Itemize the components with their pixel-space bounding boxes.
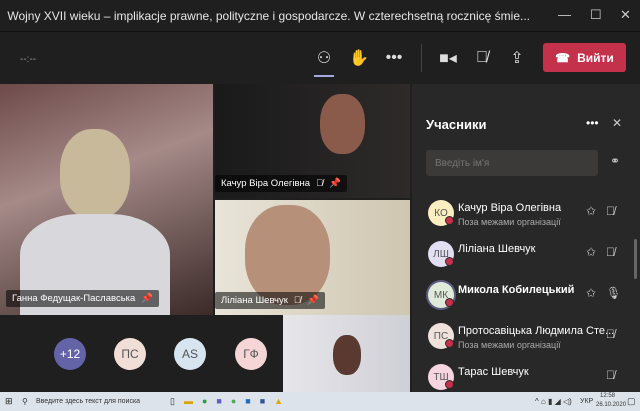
taskbar-search[interactable]: Введите здесь текст для поиска [36, 398, 140, 405]
pin-icon[interactable]: ✩ [586, 204, 596, 218]
chrome-icon[interactable]: ● [202, 396, 216, 406]
self-video-person [333, 335, 361, 375]
close-panel-icon[interactable]: ✕ [612, 116, 622, 130]
video-nameplate: Ганна Федущак-Паславська 📌 [6, 290, 160, 307]
video-name: Ганна Федущак-Паславська [12, 293, 136, 304]
active-indicator [314, 75, 334, 77]
task-view-icon[interactable]: ▯ [170, 396, 184, 406]
overflow-participants-bubble[interactable]: +12 [54, 338, 86, 370]
status-dot [445, 257, 454, 266]
file-explorer-icon[interactable]: ▬ [184, 396, 202, 406]
status-dot [445, 339, 454, 348]
participant-row[interactable]: КО Качур Віра Олегівна Поза межами орган… [426, 196, 626, 236]
share-invite-link-icon[interactable]: ⚭ [610, 154, 620, 168]
participant-video [320, 94, 365, 154]
participant-name: Тарас Шевчук [458, 366, 529, 378]
participant-name: Качур Віра Олегівна [458, 202, 562, 214]
app-icon[interactable]: ▲ [274, 396, 292, 406]
participant-org: Поза межами організації [458, 340, 561, 350]
meeting-timer: --:-- [20, 54, 37, 65]
mic-muted-icon[interactable]: 🎙̸ [606, 204, 615, 218]
participant-avatar[interactable]: AS [174, 338, 206, 370]
video-nameplate: Качур Віра Олегівна 🎙̸ 📌 [215, 175, 348, 192]
search-icon: ⚲ [22, 397, 28, 406]
more-options-icon[interactable]: ••• [586, 116, 599, 130]
scrollbar[interactable] [634, 239, 637, 279]
participant-row[interactable]: ПС Протосавіцька Людмила Сте... Поза меж… [426, 319, 626, 359]
participant-search-input[interactable] [426, 150, 598, 176]
participant-row[interactable]: МК Микола Кобилецький ✩ 🎙 [426, 278, 626, 318]
mic-icon[interactable]: 🎙 [606, 286, 621, 300]
participant-video [60, 129, 130, 219]
pin-icon[interactable]: ✩ [586, 286, 596, 300]
video-tile-3[interactable]: Ліліана Шевчук 🎙̸ 📌 [215, 200, 410, 315]
participant-name: Микола Кобилецький [458, 284, 575, 296]
status-dot [445, 380, 454, 389]
participants-panel: Учасники ••• ✕ ⚭ КО Качур Віра Олегівна … [412, 84, 640, 392]
status-dot [445, 298, 454, 307]
title-bar: Wojny XVII wieku – implikacje prawne, po… [0, 0, 640, 32]
status-dot [445, 216, 454, 225]
video-name: Качур Віра Олегівна [221, 178, 311, 189]
notifications-icon[interactable]: ▢ [627, 396, 636, 407]
mic-muted-icon[interactable]: 🎙̸ [606, 245, 615, 259]
window-title: Wojny XVII wieku – implikacje prawne, po… [7, 9, 530, 23]
clock-date[interactable]: 26.10.2020 [596, 402, 626, 408]
pin-icon[interactable]: ✩ [586, 245, 596, 259]
mic-muted-icon: 🎙̸ [316, 178, 324, 189]
photos-icon[interactable]: ■ [245, 396, 259, 406]
pin-icon: 📌 [307, 295, 319, 306]
participant-org: Поза межами організації [458, 217, 561, 227]
hang-up-icon: ☎ [555, 50, 571, 65]
taskbar: ⊞ ⚲ Введите здесь текст для поиска ▯▬●■●… [0, 392, 640, 411]
participant-name: Ліліана Шевчук [458, 243, 536, 255]
video-tile-main[interactable]: Ганна Федущак-Паславська 📌 [0, 84, 213, 315]
toolbar-divider [421, 44, 422, 72]
participant-avatar[interactable]: ПС [114, 338, 146, 370]
participants-icon[interactable]: ⚇ [312, 46, 336, 70]
system-tray-icons[interactable]: ^ ⌂ ▮ ◢ ◁) [535, 397, 572, 406]
participant-video [245, 205, 330, 305]
word-icon[interactable]: ■ [260, 396, 274, 406]
video-name: Ліліана Шевчук [221, 295, 288, 306]
participant-name: Протосавіцька Людмила Сте... [458, 325, 615, 337]
video-nameplate: Ліліана Шевчук 🎙̸ 📌 [215, 292, 325, 309]
language-indicator[interactable]: УКР [580, 398, 593, 405]
mic-muted-icon[interactable]: 🎙̸ [606, 368, 615, 382]
start-button[interactable]: ⊞ [5, 396, 13, 407]
self-video [283, 315, 410, 392]
teams-icon[interactable]: ■ [216, 396, 230, 406]
close-button[interactable]: ✕ [620, 7, 631, 23]
minimize-button[interactable]: — [558, 7, 571, 22]
clock-time[interactable]: 12:58 [600, 393, 615, 399]
panel-title: Учасники [426, 117, 487, 132]
share-screen-icon[interactable]: ⇪ [505, 46, 529, 70]
camera-icon[interactable]: ■◂ [436, 46, 460, 70]
pinned-apps[interactable]: ▯▬●■●■■▲ [170, 396, 292, 407]
participant-row[interactable]: ЛШ Ліліана Шевчук ✩ 🎙̸ [426, 237, 626, 277]
participant-avatar[interactable]: ГФ [235, 338, 267, 370]
leave-button[interactable]: ☎ Вийти [543, 43, 626, 72]
pin-icon: 📌 [141, 293, 154, 304]
pin-icon: 📌 [329, 178, 342, 189]
video-tile-2[interactable]: Качур Віра Олегівна 🎙̸ 📌 [215, 84, 410, 198]
utorrent-icon[interactable]: ● [231, 396, 245, 406]
raise-hand-icon[interactable]: ✋ [347, 46, 371, 70]
mic-muted-icon: 🎙̸ [293, 295, 302, 306]
mic-muted-icon[interactable]: 🎙̸ [470, 46, 494, 70]
more-options-icon[interactable]: ••• [382, 46, 406, 70]
maximize-button[interactable]: ☐ [590, 7, 602, 23]
mic-muted-icon[interactable]: 🎙̸ [606, 327, 615, 341]
leave-label: Вийти [577, 50, 614, 65]
meeting-toolbar: --:-- ⚇ ✋ ••• ■◂ 🎙̸ ⇪ ☎ Вийти [0, 32, 640, 84]
